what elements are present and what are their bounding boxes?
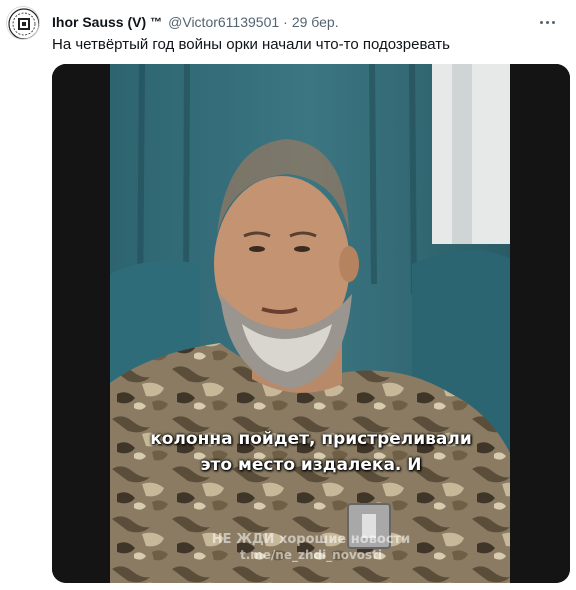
video-subtitle-line-1: колонна пойдет, пристреливали	[150, 429, 472, 449]
video-player[interactable]: колонна пойдет, пристреливали это место …	[52, 64, 570, 583]
video-subtitle-line-2: это место издалека. И	[200, 455, 422, 475]
more-horizontal-icon[interactable]	[536, 12, 558, 32]
author-badge: ™	[150, 15, 163, 29]
separator-dot: ·	[283, 14, 288, 30]
avatar-logo	[8, 8, 39, 39]
tweet-date[interactable]: 29 бер.	[292, 12, 339, 32]
tweet-header: Ihor Sauss (V) ™ @Victor61139501 · 29 бе…	[52, 12, 339, 32]
author-handle[interactable]: @Victor61139501	[168, 12, 279, 32]
tweet-text: На четвёртый год войны орки начали что-т…	[52, 36, 450, 53]
video-frame	[52, 64, 570, 583]
author-name[interactable]: Ihor Sauss (V)	[52, 12, 146, 32]
video-watermark-line-1: НЕ ЖДИ хорошие новости	[211, 532, 411, 547]
tweet-card[interactable]: Ihor Sauss (V) ™ @Victor61139501 · 29 бе…	[0, 0, 576, 590]
avatar[interactable]	[6, 6, 40, 40]
video-watermark-line-2: t.me/ne_zhdi_novosti	[239, 548, 383, 562]
